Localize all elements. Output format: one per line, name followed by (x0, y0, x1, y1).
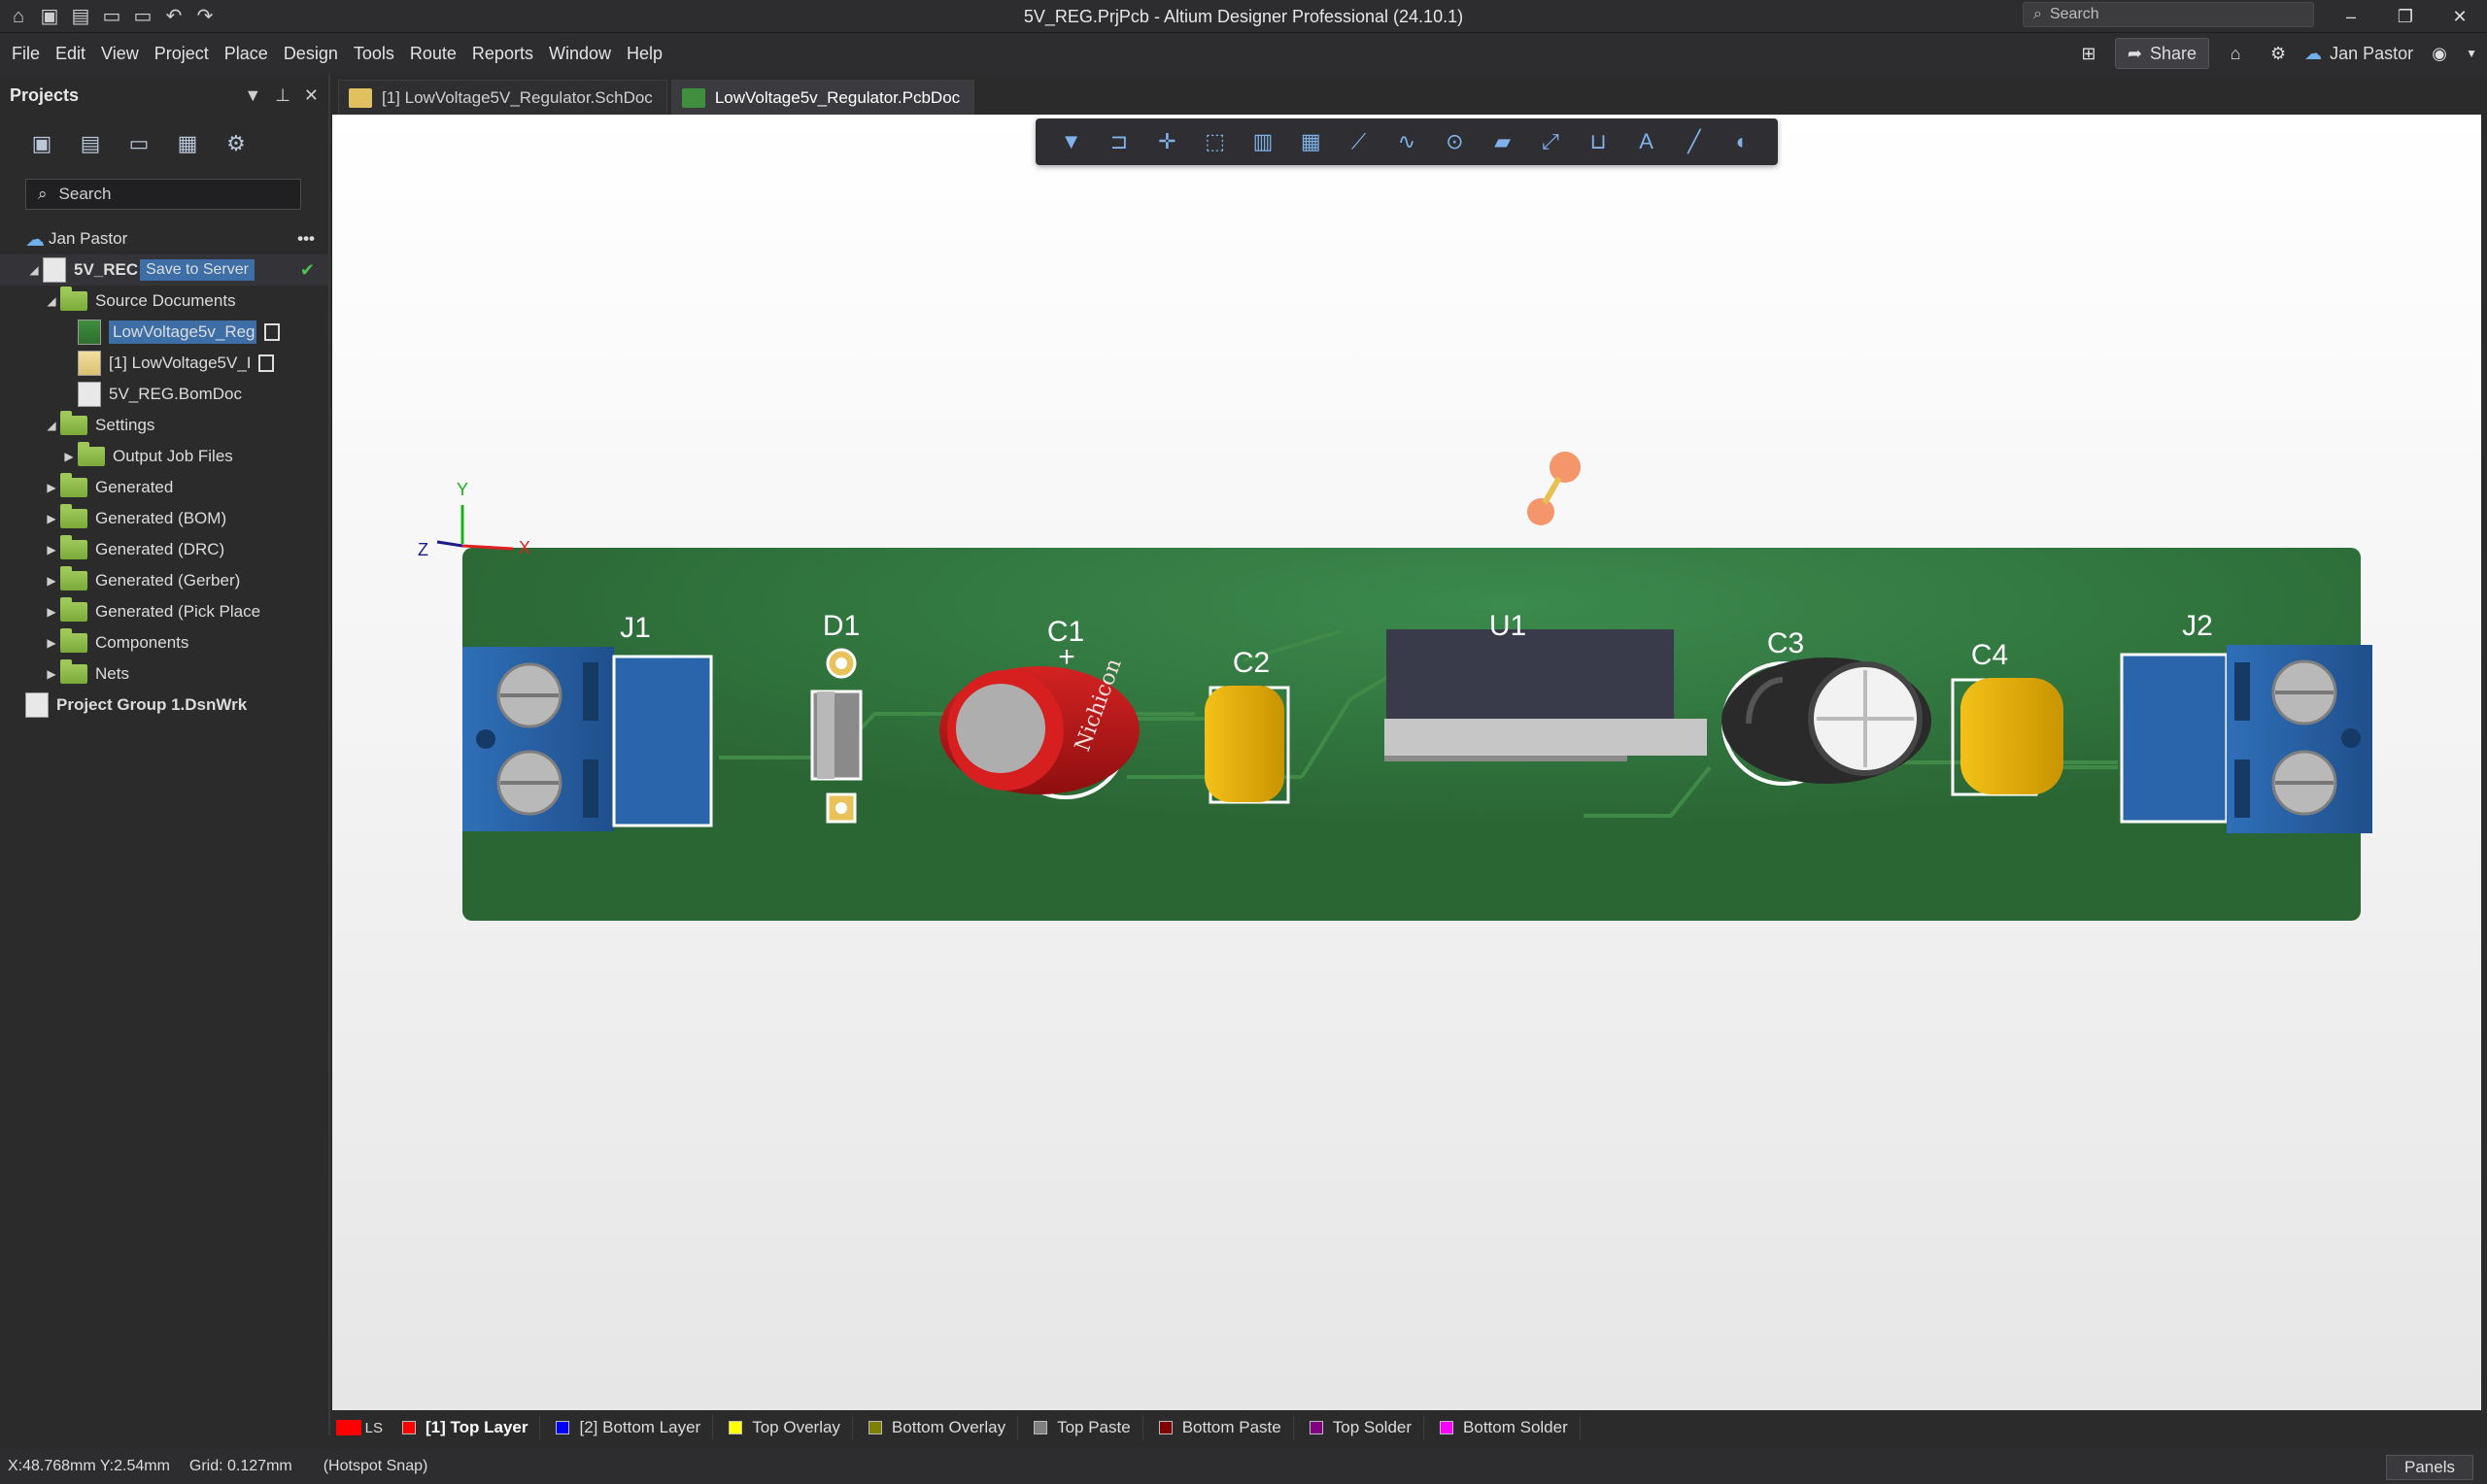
status-bar: X:48.768mm Y:2.54mm Grid: 0.127mm (Hotsp… (0, 1449, 2487, 1484)
designator-j2: J2 (2182, 610, 2213, 642)
layer-tab-top-layer[interactable]: [1] Top Layer (391, 1415, 541, 1440)
layer-set-button[interactable]: LS (332, 1416, 387, 1439)
axis-x-label: X (519, 538, 530, 557)
layer-tab-top-solder[interactable]: Top Solder (1298, 1415, 1425, 1440)
line-icon[interactable]: ╱ (1680, 127, 1709, 156)
layer-label: Bottom Paste (1181, 1418, 1281, 1436)
layer-tab-bottom-layer[interactable]: [2] Bottom Layer (544, 1415, 714, 1440)
interactive-route-icon[interactable]: ∿ (1392, 127, 1421, 156)
layer-color-swatch (1309, 1421, 1323, 1434)
panels-button[interactable]: Panels (2386, 1455, 2473, 1480)
axis-z-label: Z (418, 540, 428, 559)
layer-color-swatch (1158, 1421, 1173, 1434)
axis-y-label: Y (457, 480, 468, 499)
layer-label: [1] Top Layer (426, 1418, 528, 1436)
layer-label: Bottom Solder (1463, 1418, 1568, 1436)
layer-label: Top Solder (1332, 1418, 1413, 1436)
c1-polarity-mark: + (1058, 641, 1075, 673)
snap-mode: (Hotspot Snap) (323, 1458, 428, 1474)
measure-icon[interactable]: ⊔ (1584, 127, 1613, 156)
align-icon[interactable]: ▥ (1248, 127, 1278, 156)
via-icon[interactable]: ⊙ (1440, 127, 1469, 156)
designator-j1: J1 (620, 612, 651, 644)
u1-regulator (1384, 629, 1707, 761)
layer-set-label: LS (364, 1419, 383, 1436)
component-icon[interactable]: ▦ (1296, 127, 1325, 156)
grid-size: Grid: 0.127mm (188, 1458, 292, 1474)
designator-c4: C4 (1971, 639, 2008, 671)
layer-tab-top-overlay[interactable]: Top Overlay (717, 1415, 853, 1440)
pcb-3d-view: Nichicon J1 D1 C1 + C2 U1 C3 C4 J2 Y X Z (418, 452, 2372, 921)
j1-terminal-block (462, 647, 713, 831)
designator-d1: D1 (823, 610, 860, 642)
3d-body-icon[interactable]: ◐ (1727, 127, 1756, 156)
layer-color-swatch (556, 1421, 570, 1434)
layer-color-swatch (868, 1421, 882, 1434)
layer-label: [2] Bottom Layer (579, 1418, 701, 1436)
layer-tabs: LS [1] Top Layer [2] Bottom Layer Top Ov… (332, 1410, 2481, 1445)
layer-tab-bottom-solder[interactable]: Bottom Solder (1428, 1415, 1581, 1440)
crosshair-icon[interactable]: ✛ (1152, 127, 1181, 156)
designator-u1: U1 (1489, 610, 1526, 642)
select-rect-icon[interactable]: ⬚ (1201, 127, 1230, 156)
layer-label: Top Paste (1057, 1418, 1131, 1436)
text-icon[interactable]: A (1632, 127, 1661, 156)
cursor-coordinates: X:48.768mm Y:2.54mm (8, 1458, 170, 1474)
designator-c2: C2 (1233, 647, 1270, 679)
active-bar: ▼ ⊐ ✛ ⬚ ▥ ▦ ⟋ ∿ ⊙ ▰ ⤢ ⊔ A ╱ ◐ (1036, 118, 1778, 165)
dimension-icon[interactable]: ⤢ (1536, 127, 1565, 156)
floating-component (1527, 452, 1581, 525)
layer-color-swatch (729, 1421, 743, 1434)
route-icon[interactable]: ⟋ (1345, 127, 1374, 156)
layer-tab-bottom-paste[interactable]: Bottom Paste (1147, 1415, 1294, 1440)
c3-capacitor (1721, 658, 1931, 786)
layer-color-swatch (1440, 1421, 1454, 1434)
axis-indicator: Y X Z (418, 480, 530, 559)
layer-color-swatch (402, 1421, 416, 1434)
c2-capacitor (1205, 686, 1290, 804)
layer-label: Top Overlay (752, 1418, 840, 1436)
designator-c3: C3 (1767, 627, 1804, 659)
c4-capacitor (1951, 678, 2063, 796)
magnet-icon[interactable]: ⊐ (1105, 127, 1134, 156)
current-layer-swatch (336, 1420, 361, 1435)
layer-tab-bottom-overlay[interactable]: Bottom Overlay (857, 1415, 1019, 1440)
j2-terminal-block (2120, 645, 2372, 833)
polygon-icon[interactable]: ▰ (1488, 127, 1517, 156)
layer-tab-top-paste[interactable]: Top Paste (1022, 1415, 1143, 1440)
filter-icon[interactable]: ▼ (1057, 127, 1086, 156)
layer-label: Bottom Overlay (891, 1418, 1006, 1436)
layer-color-swatch (1034, 1421, 1048, 1434)
